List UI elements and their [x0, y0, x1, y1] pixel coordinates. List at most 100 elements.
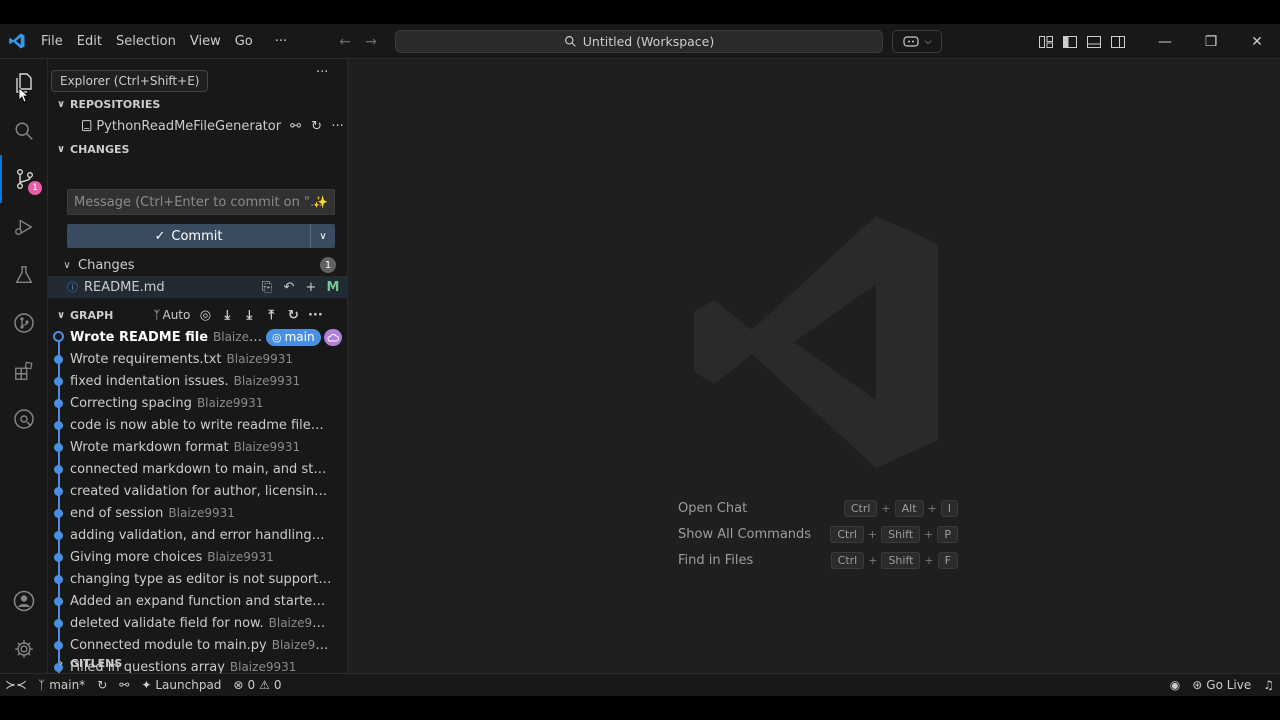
- commit-row[interactable]: Wrote README file Blaize9931 ◎main: [48, 326, 347, 348]
- commit-row[interactable]: end of session Blaize9931: [48, 502, 347, 524]
- minimize-icon[interactable]: —: [1142, 24, 1188, 59]
- commit-row[interactable]: Giving more choices Blaize9931: [48, 546, 347, 568]
- sync-icon[interactable]: ↻: [306, 115, 327, 137]
- fetch-icon[interactable]: ⤓: [216, 304, 238, 326]
- push-icon[interactable]: ⤒: [260, 304, 282, 326]
- commit-row[interactable]: connected markdown to main, and started …: [48, 458, 347, 480]
- command-center-search[interactable]: Untitled (Workspace): [395, 30, 883, 53]
- testing-activity[interactable]: [0, 251, 48, 299]
- refresh-icon[interactable]: ↻: [282, 304, 304, 326]
- copilot-icon: [902, 35, 919, 47]
- toggle-panel-icon[interactable]: [1086, 34, 1102, 50]
- graph-more-icon[interactable]: ···: [304, 304, 326, 326]
- remote-indicator[interactable]: ≻≺: [0, 674, 32, 696]
- commit-main-action[interactable]: ✓ Commit: [67, 224, 311, 248]
- graph-node: [54, 597, 63, 606]
- notifications-status[interactable]: ♫: [1257, 674, 1280, 696]
- copilot-icon: ◉: [1169, 678, 1181, 692]
- commit-row[interactable]: Added an expand function and started wri…: [48, 590, 347, 612]
- shortcut-find-in-files[interactable]: Find in Files Ctrl + Shift + F: [678, 547, 958, 573]
- menu-view[interactable]: View: [183, 24, 228, 59]
- commit-message: Wrote markdown format: [70, 439, 229, 455]
- chevron-down-icon: ⌵: [924, 36, 932, 47]
- menu-more[interactable]: ···: [268, 24, 294, 59]
- commit-row[interactable]: code is now able to write readme fileBla…: [48, 414, 347, 436]
- close-icon[interactable]: ✕: [1234, 24, 1280, 59]
- commit-button[interactable]: ✓ Commit ∨: [67, 224, 335, 248]
- sidebar-more-actions-icon[interactable]: ···: [316, 65, 328, 80]
- graph-section-header[interactable]: ∨ GRAPH ᛉ Auto ◎ ⤓ ⤓ ⤒ ↻ ···: [48, 304, 347, 326]
- target-icon[interactable]: ◎: [194, 304, 216, 326]
- repositories-section-header[interactable]: ∨ REPOSITORIES: [48, 93, 347, 115]
- extensions-activity[interactable]: [0, 347, 48, 395]
- run-debug-activity[interactable]: [0, 203, 48, 251]
- remote-icon: ≻≺: [5, 677, 27, 693]
- commit-row[interactable]: changing type as editor is not supported…: [48, 568, 347, 590]
- sync-status[interactable]: ↻: [91, 674, 113, 696]
- customize-layout-icon[interactable]: [1038, 34, 1054, 50]
- remote-activity[interactable]: [0, 299, 48, 347]
- forward-arrow-icon[interactable]: →: [362, 34, 380, 50]
- gitlens-activity[interactable]: [0, 395, 48, 443]
- commit-row[interactable]: Wrote markdown format Blaize9931: [48, 436, 347, 458]
- manage-activity[interactable]: [0, 625, 48, 673]
- gitlens-status[interactable]: ⚯: [113, 674, 135, 696]
- gitlens-section-header[interactable]: › GITLENS: [48, 652, 347, 673]
- commit-message: end of session: [70, 505, 164, 521]
- stage-changes-icon[interactable]: +: [300, 276, 322, 298]
- commit-message: changing type as editor is not supported…: [70, 571, 332, 587]
- branch-pill-main[interactable]: ◎ main: [266, 328, 321, 346]
- changed-file-name: README.md: [84, 279, 165, 295]
- commit-row[interactable]: adding validation, and error handlingBla…: [48, 524, 347, 546]
- activity-bar: 1: [0, 59, 48, 673]
- shortcut-open-chat[interactable]: Open Chat Ctrl + Alt + I: [678, 495, 958, 521]
- copilot-status[interactable]: ◉: [1164, 674, 1186, 696]
- explorer-activity[interactable]: [0, 59, 48, 107]
- commit-row[interactable]: created validation for author, licensing…: [48, 480, 347, 502]
- commit-row[interactable]: fixed indentation issues. Blaize9931: [48, 370, 347, 392]
- copilot-chat-button[interactable]: ⌵: [892, 30, 942, 53]
- commit-text: connected markdown to main, and started …: [70, 462, 332, 477]
- commit-row[interactable]: deleted validate field for now. Blaize993…: [48, 612, 347, 634]
- changes-group-row[interactable]: ∨ Changes 1: [48, 254, 347, 276]
- graph-head-node: [53, 331, 64, 342]
- changed-file-row[interactable]: ⓘ README.md ⎘ ↶ + M: [48, 276, 347, 298]
- sparkle-icon[interactable]: ✨: [313, 195, 328, 209]
- graph-auto-label: Auto: [162, 308, 191, 322]
- discard-changes-icon[interactable]: ↶: [278, 276, 300, 298]
- back-arrow-icon[interactable]: ←: [336, 34, 354, 50]
- launchpad-status[interactable]: ✦ Launchpad: [135, 674, 227, 696]
- commit-row[interactable]: Correcting spacing Blaize9931: [48, 392, 347, 414]
- commit-text: Added an expand function and started wri…: [70, 594, 332, 609]
- key: P: [937, 525, 958, 543]
- toggle-primary-sidebar-icon[interactable]: [1062, 34, 1078, 50]
- commit-graph: Wrote README file Blaize9931 ◎main Wrote …: [48, 326, 347, 673]
- changes-section-header[interactable]: ∨ CHANGES: [48, 138, 347, 160]
- graph-branch-filter[interactable]: ᛉ Auto: [153, 308, 190, 322]
- pull-icon[interactable]: ⤓: [238, 304, 260, 326]
- repository-row[interactable]: PythonReadMeFileGenerator ⚯ ↻ ···: [48, 115, 347, 137]
- commit-author: Blaize9931: [233, 439, 301, 454]
- graph-node: [54, 487, 63, 496]
- menu-selection[interactable]: Selection: [109, 24, 183, 59]
- restore-icon[interactable]: ❐: [1188, 24, 1234, 59]
- shortcut-show-all-commands[interactable]: Show All Commands Ctrl + Shift + P: [678, 521, 958, 547]
- menu-go[interactable]: Go: [228, 24, 260, 59]
- repo-more-icon[interactable]: ···: [327, 115, 347, 137]
- layout-controls: [1038, 24, 1126, 59]
- menu-file[interactable]: File: [34, 24, 70, 59]
- open-file-icon[interactable]: ⎘: [256, 276, 278, 298]
- commit-row[interactable]: Wrote requirements.txt Blaize9931: [48, 348, 347, 370]
- broadcast-icon: ⊛: [1192, 678, 1203, 692]
- source-control-activity[interactable]: 1: [0, 155, 48, 203]
- go-live-status[interactable]: ⊛ Go Live: [1186, 674, 1257, 696]
- branch-status[interactable]: ᛉ main*: [32, 674, 91, 696]
- menu-edit[interactable]: Edit: [70, 24, 109, 59]
- commit-dropdown[interactable]: ∨: [311, 224, 335, 248]
- accounts-activity[interactable]: [0, 577, 48, 625]
- toggle-secondary-sidebar-icon[interactable]: [1110, 34, 1126, 50]
- search-activity[interactable]: [0, 107, 48, 155]
- branch-actions-icon[interactable]: ⚯: [285, 115, 306, 137]
- commit-message-input[interactable]: Message (Ctrl+Enter to commit on "... ✨: [67, 189, 335, 215]
- problems-status[interactable]: ⊗ 0 ⚠ 0: [227, 674, 287, 696]
